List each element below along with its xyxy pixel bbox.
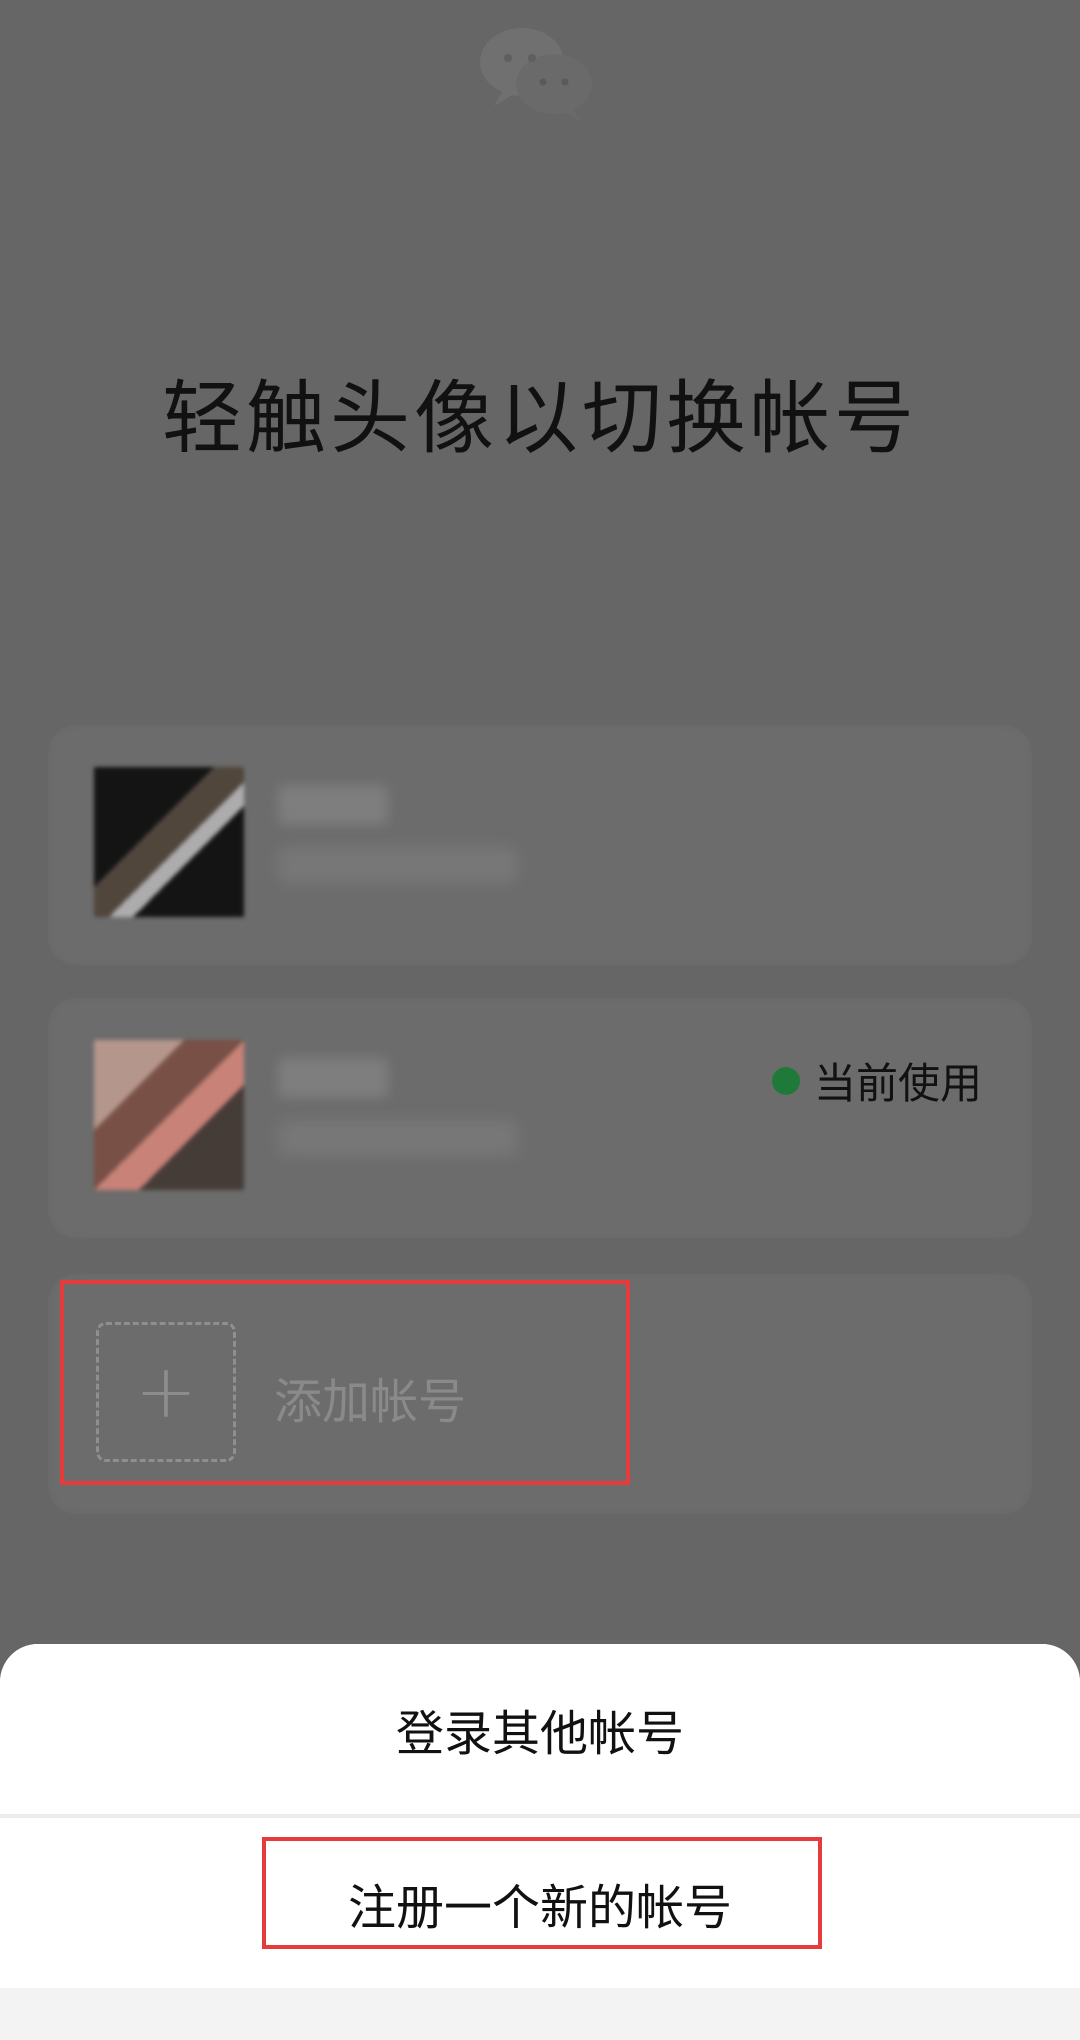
- login-other-account-label: 登录其他帐号: [395, 1706, 684, 1762]
- account-card[interactable]: [48, 725, 1032, 965]
- blurred-account-name: [278, 785, 388, 825]
- add-account-card[interactable]: + 添加帐号: [48, 1274, 1032, 1514]
- add-account-label: 添加帐号: [274, 1374, 467, 1430]
- wechat-logo-icon: [470, 18, 610, 128]
- current-status: 当前使用: [771, 1050, 982, 1111]
- avatar: [94, 767, 244, 917]
- blurred-account-meta: [278, 847, 518, 883]
- register-new-account-button[interactable]: 注册一个新的帐号: [0, 1818, 1080, 1988]
- plus-icon: +: [134, 1349, 197, 1435]
- register-new-account-label: 注册一个新的帐号: [347, 1880, 732, 1936]
- page-title: 轻触头像以切换帐号: [162, 372, 918, 465]
- login-other-account-button[interactable]: 登录其他帐号: [0, 1644, 1080, 1814]
- bottom-sheet: 登录其他帐号 注册一个新的帐号: [0, 1644, 1080, 2040]
- current-status-label: 当前使用: [813, 1059, 982, 1108]
- status-dot: [771, 1066, 800, 1095]
- account-card-current[interactable]: 当前使用: [48, 998, 1032, 1238]
- blurred-account-meta: [278, 1120, 518, 1156]
- sheet-bottom-spacer: [0, 1988, 1080, 2040]
- blurred-account-name: [278, 1058, 388, 1098]
- avatar: [94, 1040, 244, 1190]
